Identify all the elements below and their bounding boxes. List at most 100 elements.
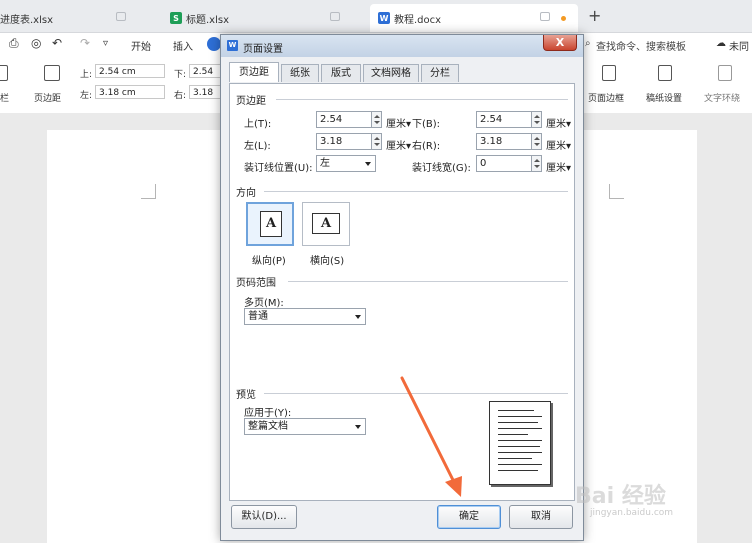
unit-label: 厘米 xyxy=(546,163,566,174)
left-margin-field[interactable]: 3.18 xyxy=(316,133,372,150)
cloud-sync[interactable]: 未同 xyxy=(729,38,749,53)
tab-title-xlsx[interactable]: S 标题.xlsx xyxy=(162,4,368,32)
watermark-url: jingyan.baidu.com xyxy=(590,508,674,518)
gutter-unit-select[interactable]: 厘米▾ xyxy=(546,159,571,174)
page-border-button[interactable]: 页面边框 xyxy=(588,91,624,104)
right-margin-input[interactable]: 3.18 xyxy=(189,85,221,99)
search-commands[interactable]: 查找命令、搜索模板 xyxy=(596,38,686,53)
right-margin-field[interactable]: 3.18 xyxy=(476,133,532,150)
default-button[interactable]: 默认(D)... xyxy=(231,505,297,529)
ok-button[interactable]: 确定 xyxy=(437,505,501,529)
unit-label: 厘米 xyxy=(386,119,406,130)
portrait-option[interactable]: A xyxy=(246,202,294,246)
tab-menu-icon[interactable] xyxy=(540,12,550,21)
text-wrap-icon[interactable] xyxy=(718,65,732,81)
dropdown-arrow-icon xyxy=(365,162,371,166)
tab-label: 标题.xlsx xyxy=(186,14,230,26)
grid-paper-icon[interactable] xyxy=(658,65,672,81)
gutter-position-select[interactable]: 左 xyxy=(316,155,376,172)
customize-icon[interactable]: ▿ xyxy=(103,38,108,49)
page-margin-icon[interactable] xyxy=(44,65,60,81)
tab-insert[interactable]: 插入 xyxy=(173,38,193,53)
column-label: 栏 xyxy=(0,94,10,104)
tab-schedule-xlsx[interactable]: 进度表.xlsx xyxy=(0,4,154,32)
bottom-margin-spinner[interactable] xyxy=(532,111,542,128)
top-margin-input[interactable]: 2.54 cm xyxy=(95,64,165,78)
bottom-margin-label: 下: xyxy=(174,70,187,80)
multiple-pages-label: 多页(M): xyxy=(244,298,284,309)
cancel-button[interactable]: 取消 xyxy=(509,505,573,529)
bottom-label: 下(B): xyxy=(412,119,441,130)
bottom-margin-input[interactable]: 2.54 xyxy=(189,64,221,78)
multiple-pages-select[interactable]: 普通 xyxy=(244,308,366,325)
grid-paper-button[interactable]: 稿纸设置 xyxy=(646,91,682,104)
unit-label: 厘米 xyxy=(546,119,566,130)
close-button[interactable]: X xyxy=(543,35,577,51)
crop-mark-tl xyxy=(141,184,156,199)
landscape-page-icon: A xyxy=(312,213,340,234)
redo-icon[interactable]: ↷ xyxy=(80,36,90,50)
landscape-option[interactable]: A xyxy=(302,202,350,246)
tab-tutorial-docx[interactable]: W 教程.docx xyxy=(370,4,578,32)
tab-columns[interactable]: 分栏 xyxy=(421,64,459,82)
apply-to-select[interactable]: 整篇文档 xyxy=(244,418,366,435)
gutter-width-spinner[interactable] xyxy=(532,155,542,172)
gutter-width-field[interactable]: 0 xyxy=(476,155,532,172)
tab-layout[interactable]: 版式 xyxy=(321,64,361,82)
right-margin-spinner[interactable] xyxy=(532,133,542,150)
dropdown-arrow-icon xyxy=(355,425,361,429)
preview-text-line xyxy=(498,434,528,435)
top-margin-field[interactable]: 2.54 xyxy=(316,111,372,128)
preview-text-line xyxy=(498,440,542,441)
page-layout-tab-icon[interactable] xyxy=(207,37,221,51)
new-tab-icon[interactable]: + xyxy=(588,6,601,25)
print-icon[interactable]: ⎙ xyxy=(9,36,19,51)
right-label: 右(R): xyxy=(412,141,441,152)
left-unit-select[interactable]: 厘米▾ xyxy=(386,137,411,152)
page-border-icon[interactable] xyxy=(602,65,616,81)
portrait-label: 纵向(P) xyxy=(252,256,286,267)
section-divider xyxy=(264,191,568,192)
tab-menu-icon[interactable] xyxy=(116,12,126,21)
bottom-unit-select[interactable]: 厘米▾ xyxy=(546,115,571,130)
preview-text-line xyxy=(498,464,542,465)
tab-start[interactable]: 开始 xyxy=(131,38,151,53)
bottom-margin-field[interactable]: 2.54 xyxy=(476,111,532,128)
right-unit-select[interactable]: 厘米▾ xyxy=(546,137,571,152)
top-margin-spinner[interactable] xyxy=(372,111,382,128)
apply-to-label: 应用于(Y): xyxy=(244,408,292,419)
column-icon[interactable] xyxy=(0,65,8,81)
preview-text-line xyxy=(498,452,542,453)
portrait-page-icon: A xyxy=(260,211,282,237)
page-range-section-title: 页码范围 xyxy=(236,278,276,289)
tab-document-grid[interactable]: 文档网格 xyxy=(363,64,419,82)
tab-margins[interactable]: 页边距 xyxy=(229,62,279,82)
dialog-titlebar[interactable]: W 页面设置 X xyxy=(221,35,583,57)
section-divider xyxy=(276,99,568,100)
tab-paper[interactable]: 纸张 xyxy=(281,64,319,82)
apply-to-value: 整篇文档 xyxy=(248,421,288,432)
tab-menu-icon[interactable] xyxy=(330,12,340,21)
page-margin-button[interactable]: 页边距 xyxy=(34,91,61,104)
margins-section-title: 页边距 xyxy=(236,96,266,107)
top-unit-select[interactable]: 厘米▾ xyxy=(386,115,411,130)
unit-label: 厘米 xyxy=(546,141,566,152)
section-divider xyxy=(264,393,568,394)
left-margin-spinner[interactable] xyxy=(372,133,382,150)
preview-text-line xyxy=(498,446,540,447)
landscape-label: 横向(S) xyxy=(310,256,345,267)
tab-label: 教程.docx xyxy=(394,14,442,26)
dialog-title: 页面设置 xyxy=(243,44,283,55)
dropdown-arrow-icon xyxy=(355,315,361,319)
undo-icon[interactable]: ↶ xyxy=(52,36,62,50)
left-margin-input[interactable]: 3.18 cm xyxy=(95,85,165,99)
unit-label: 厘米 xyxy=(386,141,406,152)
preview-text-line xyxy=(498,428,542,429)
crop-mark-tr xyxy=(609,184,624,199)
multiple-pages-value: 普通 xyxy=(248,311,268,322)
unsaved-dot-icon xyxy=(561,16,566,21)
spreadsheet-icon: S xyxy=(170,12,182,24)
print-preview-icon[interactable]: ◎ xyxy=(31,36,41,50)
text-wrap-button[interactable]: 文字环绕 xyxy=(704,91,740,104)
wps-writer-icon: W xyxy=(227,40,238,51)
